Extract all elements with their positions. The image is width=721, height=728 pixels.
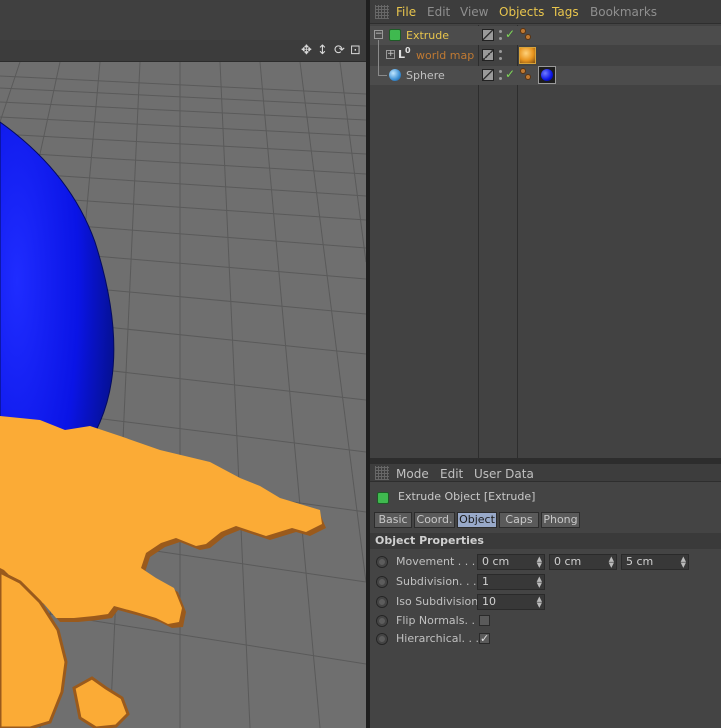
object-manager-menubar: File Edit View Objects Tags Bookmarks (370, 0, 721, 24)
enabled-check-icon[interactable]: ✓ (505, 27, 515, 41)
phong-tag-icon[interactable] (520, 28, 534, 42)
layer-flag-icon[interactable] (482, 49, 494, 61)
column-divider (478, 25, 479, 458)
expand-toggle-icon[interactable]: + (386, 50, 395, 59)
object-name-world-map[interactable]: world map (416, 48, 474, 63)
maximize-view-icon[interactable]: ⊡ (348, 43, 363, 58)
object-row-world-map[interactable]: + L 0 world map (370, 40, 721, 70)
object-name-extrude[interactable]: Extrude (406, 28, 449, 43)
movement-z-field[interactable]: 5 cm ▲ ▼ (621, 554, 689, 570)
layer-flag-icon[interactable] (482, 69, 494, 81)
prop-label: Subdivision. . . (396, 575, 477, 588)
column-divider (517, 25, 518, 458)
prop-label: Flip Normals. . (396, 614, 475, 627)
prop-hierarchical: Hierarchical. . . ✓ (370, 629, 721, 649)
sphere-icon (389, 69, 401, 81)
tree-line (378, 60, 379, 75)
movement-y-field[interactable]: 0 cm ▲ ▼ (549, 554, 617, 570)
material-tag-blue-icon[interactable] (538, 66, 556, 84)
field-value: 0 cm (482, 555, 510, 568)
rotate-view-icon[interactable]: ⟳ (332, 43, 347, 58)
hierarchical-checkbox[interactable]: ✓ (479, 633, 490, 644)
field-value: 1 (482, 575, 489, 588)
menu-mode[interactable]: Mode (396, 466, 429, 482)
collapse-toggle-icon[interactable]: − (374, 30, 383, 39)
prop-label: Iso Subdivision (396, 595, 479, 608)
field-value: 10 (482, 595, 496, 608)
object-row-sphere[interactable]: Sphere ✓ (370, 60, 721, 85)
prop-iso-subdivision: Iso Subdivision 10 ▲ ▼ (370, 592, 721, 612)
movement-x-field[interactable]: 0 cm ▲ ▼ (477, 554, 545, 570)
tab-phong[interactable]: Phong (541, 512, 580, 528)
menu-edit[interactable]: Edit (427, 4, 450, 20)
move-view-icon[interactable]: ✥ (299, 43, 314, 58)
viewport[interactable]: ✥ ↕ ⟳ ⊡ (0, 0, 366, 728)
extrude-icon (389, 29, 401, 41)
panel-grip-icon[interactable] (375, 5, 389, 19)
spinner-icon[interactable]: ▲ ▼ (681, 556, 686, 569)
menu-edit[interactable]: Edit (440, 466, 463, 482)
animate-radio[interactable] (376, 556, 388, 568)
animate-radio[interactable] (376, 633, 388, 645)
object-tree[interactable]: − Extrude ✓ + L 0 world map Sphere ✓ (370, 25, 721, 458)
menu-user-data[interactable]: User Data (474, 466, 534, 482)
spline-icon: L (398, 48, 406, 61)
menu-tags[interactable]: Tags (552, 4, 579, 20)
right-panel: File Edit View Objects Tags Bookmarks − … (370, 0, 721, 728)
spinner-icon[interactable]: ▲ ▼ (537, 556, 542, 569)
iso-subdivision-field[interactable]: 10 ▲ ▼ (477, 594, 545, 610)
prop-label: Hierarchical. . . (396, 632, 480, 645)
animate-radio[interactable] (376, 596, 388, 608)
menu-file[interactable]: File (396, 4, 416, 20)
viewport-canvas[interactable] (0, 62, 366, 728)
field-value: 0 cm (554, 555, 582, 568)
material-preview-sphere (541, 69, 553, 81)
tab-coord[interactable]: Coord. (414, 512, 455, 528)
section-title: Object Properties (375, 534, 484, 547)
tab-object[interactable]: Object (457, 512, 497, 528)
attribute-manager-menubar: Mode Edit User Data (370, 464, 721, 482)
field-value: 5 cm (626, 555, 654, 568)
enabled-check-icon[interactable]: ✓ (505, 67, 515, 81)
world-map-prefix: 0 (405, 46, 411, 55)
object-row-extrude[interactable]: − Extrude ✓ (370, 26, 721, 45)
attribute-title: Extrude Object [Extrude] (398, 490, 536, 503)
visibility-dots-icon[interactable] (499, 49, 507, 62)
object-name-sphere[interactable]: Sphere (406, 68, 445, 83)
spinner-icon[interactable]: ▲ ▼ (537, 576, 542, 589)
subdivision-field[interactable]: 1 ▲ ▼ (477, 574, 545, 590)
viewport-header: ✥ ↕ ⟳ ⊡ (0, 40, 366, 62)
attribute-manager: Mode Edit User Data Extrude Object [Extr… (370, 464, 721, 728)
phong-tag-icon[interactable] (520, 68, 534, 82)
tab-basic[interactable]: Basic (374, 512, 412, 528)
spinner-icon[interactable]: ▲ ▼ (609, 556, 614, 569)
tab-caps[interactable]: Caps (499, 512, 539, 528)
prop-movement: Movement . . . 0 cm ▲ ▼ 0 cm ▲ ▼ 5 cm ▲ ▼ (370, 552, 721, 572)
prop-flip-normals: Flip Normals. . (370, 611, 721, 631)
menu-objects[interactable]: Objects (499, 4, 544, 20)
tree-line (378, 75, 387, 76)
prop-label: Movement . . . (396, 555, 476, 568)
panel-grip-icon[interactable] (375, 466, 389, 480)
flip-normals-checkbox[interactable] (479, 615, 490, 626)
layer-flag-icon[interactable] (482, 29, 494, 41)
extrude-icon (377, 492, 389, 504)
prop-subdivision: Subdivision. . . 1 ▲ ▼ (370, 572, 721, 592)
material-tag-orange-icon[interactable] (519, 47, 536, 64)
animate-radio[interactable] (376, 576, 388, 588)
animate-radio[interactable] (376, 615, 388, 627)
section-object-properties: Object Properties (370, 533, 721, 549)
menu-view[interactable]: View (460, 4, 488, 20)
menu-bookmarks[interactable]: Bookmarks (590, 4, 657, 20)
viewport-top-area (0, 0, 366, 40)
spinner-icon[interactable]: ▲ ▼ (537, 596, 542, 609)
dolly-view-icon[interactable]: ↕ (315, 43, 330, 58)
